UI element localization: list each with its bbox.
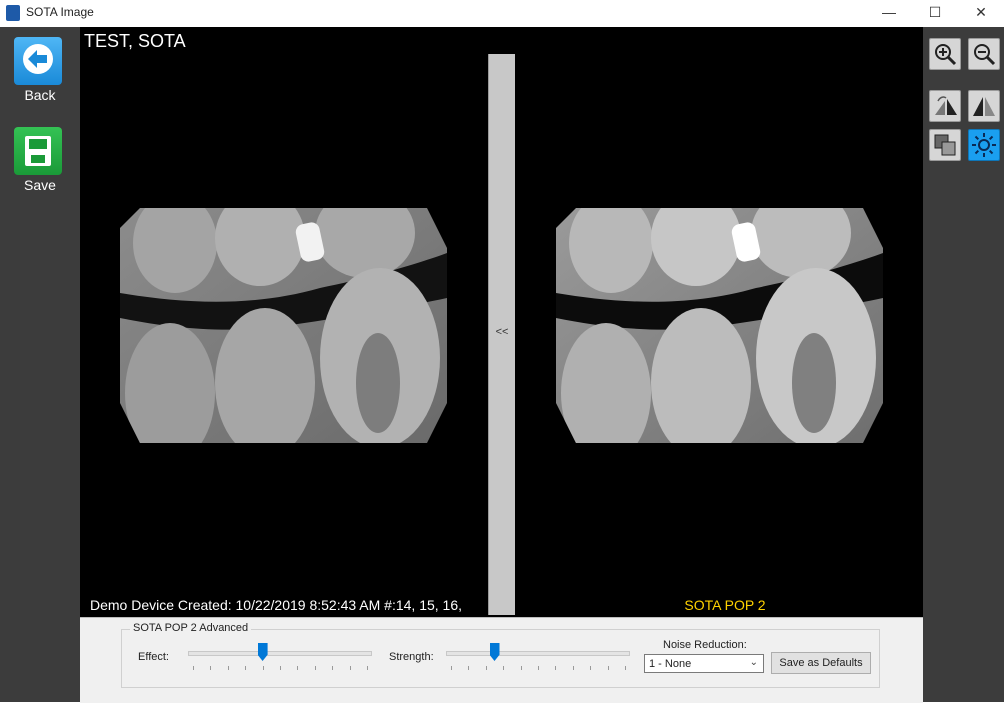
minimize-button[interactable]: — — [866, 0, 912, 27]
maximize-button[interactable]: ☐ — [912, 0, 958, 27]
slider-tick — [297, 666, 299, 670]
app-logo-icon — [6, 5, 20, 21]
floppy-disk-icon — [25, 136, 51, 166]
strength-slider-thumb[interactable] — [489, 643, 500, 661]
layers-button[interactable] — [929, 129, 961, 161]
slider-tick — [485, 666, 487, 670]
noise-reduction-label: Noise Reduction: — [663, 639, 747, 651]
back-button[interactable] — [14, 37, 62, 85]
slider-tick — [332, 666, 334, 670]
flip-button[interactable] — [929, 90, 961, 122]
slider-tick — [314, 666, 316, 670]
slider-tick — [572, 666, 574, 670]
strength-label: Strength: — [389, 651, 434, 663]
slider-tick — [607, 666, 609, 670]
slider-tick — [210, 666, 212, 670]
slider-tick — [555, 666, 557, 670]
original-xray-image[interactable] — [120, 208, 447, 443]
strength-slider-track — [446, 651, 630, 656]
flip-horizontal-icon — [935, 96, 957, 115]
image-viewer: TEST, SOTA << Demo Device Created: 10/22… — [80, 27, 923, 617]
effect-label: Effect: — [138, 651, 169, 663]
processed-xray-image[interactable] — [556, 208, 883, 443]
effect-slider[interactable] — [188, 642, 372, 670]
slider-tick — [625, 666, 626, 670]
group-title: SOTA POP 2 Advanced — [130, 622, 252, 634]
save-button[interactable] — [14, 127, 62, 175]
noise-reduction-select[interactable]: 1 - None ⌄ — [644, 654, 764, 673]
slider-tick — [262, 666, 264, 670]
slider-tick — [520, 666, 522, 670]
zoom-in-button[interactable] — [929, 38, 961, 70]
arrow-left-icon — [23, 44, 53, 74]
zoom-out-icon — [974, 44, 996, 66]
filter-name-caption: SOTA POP 2 — [684, 597, 766, 613]
save-label: Save — [24, 177, 56, 193]
image-info-caption: Demo Device Created: 10/22/2019 8:52:43 … — [90, 597, 463, 613]
back-label: Back — [24, 87, 56, 103]
window-title: SOTA Image — [26, 5, 94, 19]
slider-tick — [349, 666, 351, 670]
slider-tick — [590, 666, 592, 670]
collapse-arrows[interactable]: << — [489, 326, 515, 338]
patient-name: TEST, SOTA — [84, 31, 186, 51]
brightness-icon — [972, 133, 996, 157]
right-toolbar — [923, 27, 1004, 702]
strength-slider[interactable] — [446, 642, 630, 670]
slider-tick — [538, 666, 539, 670]
compare-splitter[interactable]: << — [488, 54, 515, 615]
slider-tick — [193, 666, 194, 670]
title-bar: SOTA Image — ☐ ✕ — [0, 0, 1004, 27]
slider-tick — [503, 666, 505, 670]
save-as-defaults-button[interactable]: Save as Defaults — [771, 652, 871, 674]
effect-slider-track — [188, 651, 372, 656]
chevron-down-icon: ⌄ — [749, 657, 758, 668]
layers-icon — [934, 134, 956, 156]
left-toolbar: Back Save — [0, 27, 80, 702]
zoom-out-button[interactable] — [968, 38, 1000, 70]
effect-slider-thumb[interactable] — [257, 643, 268, 661]
slider-tick — [451, 666, 452, 670]
noise-reduction-value: 1 - None — [649, 658, 692, 670]
sota-pop-group: SOTA POP 2 Advanced Effect: Strength: No… — [121, 622, 880, 688]
brightness-button[interactable] — [968, 129, 1000, 161]
adjustment-panel: SOTA POP 2 Advanced Effect: Strength: No… — [80, 617, 923, 703]
slider-tick — [245, 666, 247, 670]
slider-tick — [468, 666, 470, 670]
mirror-icon — [973, 97, 995, 116]
zoom-in-icon — [935, 44, 957, 66]
mirror-button[interactable] — [968, 90, 1000, 122]
close-button[interactable]: ✕ — [958, 0, 1004, 27]
slider-tick — [227, 666, 229, 670]
slider-tick — [367, 666, 368, 670]
slider-tick — [280, 666, 281, 670]
